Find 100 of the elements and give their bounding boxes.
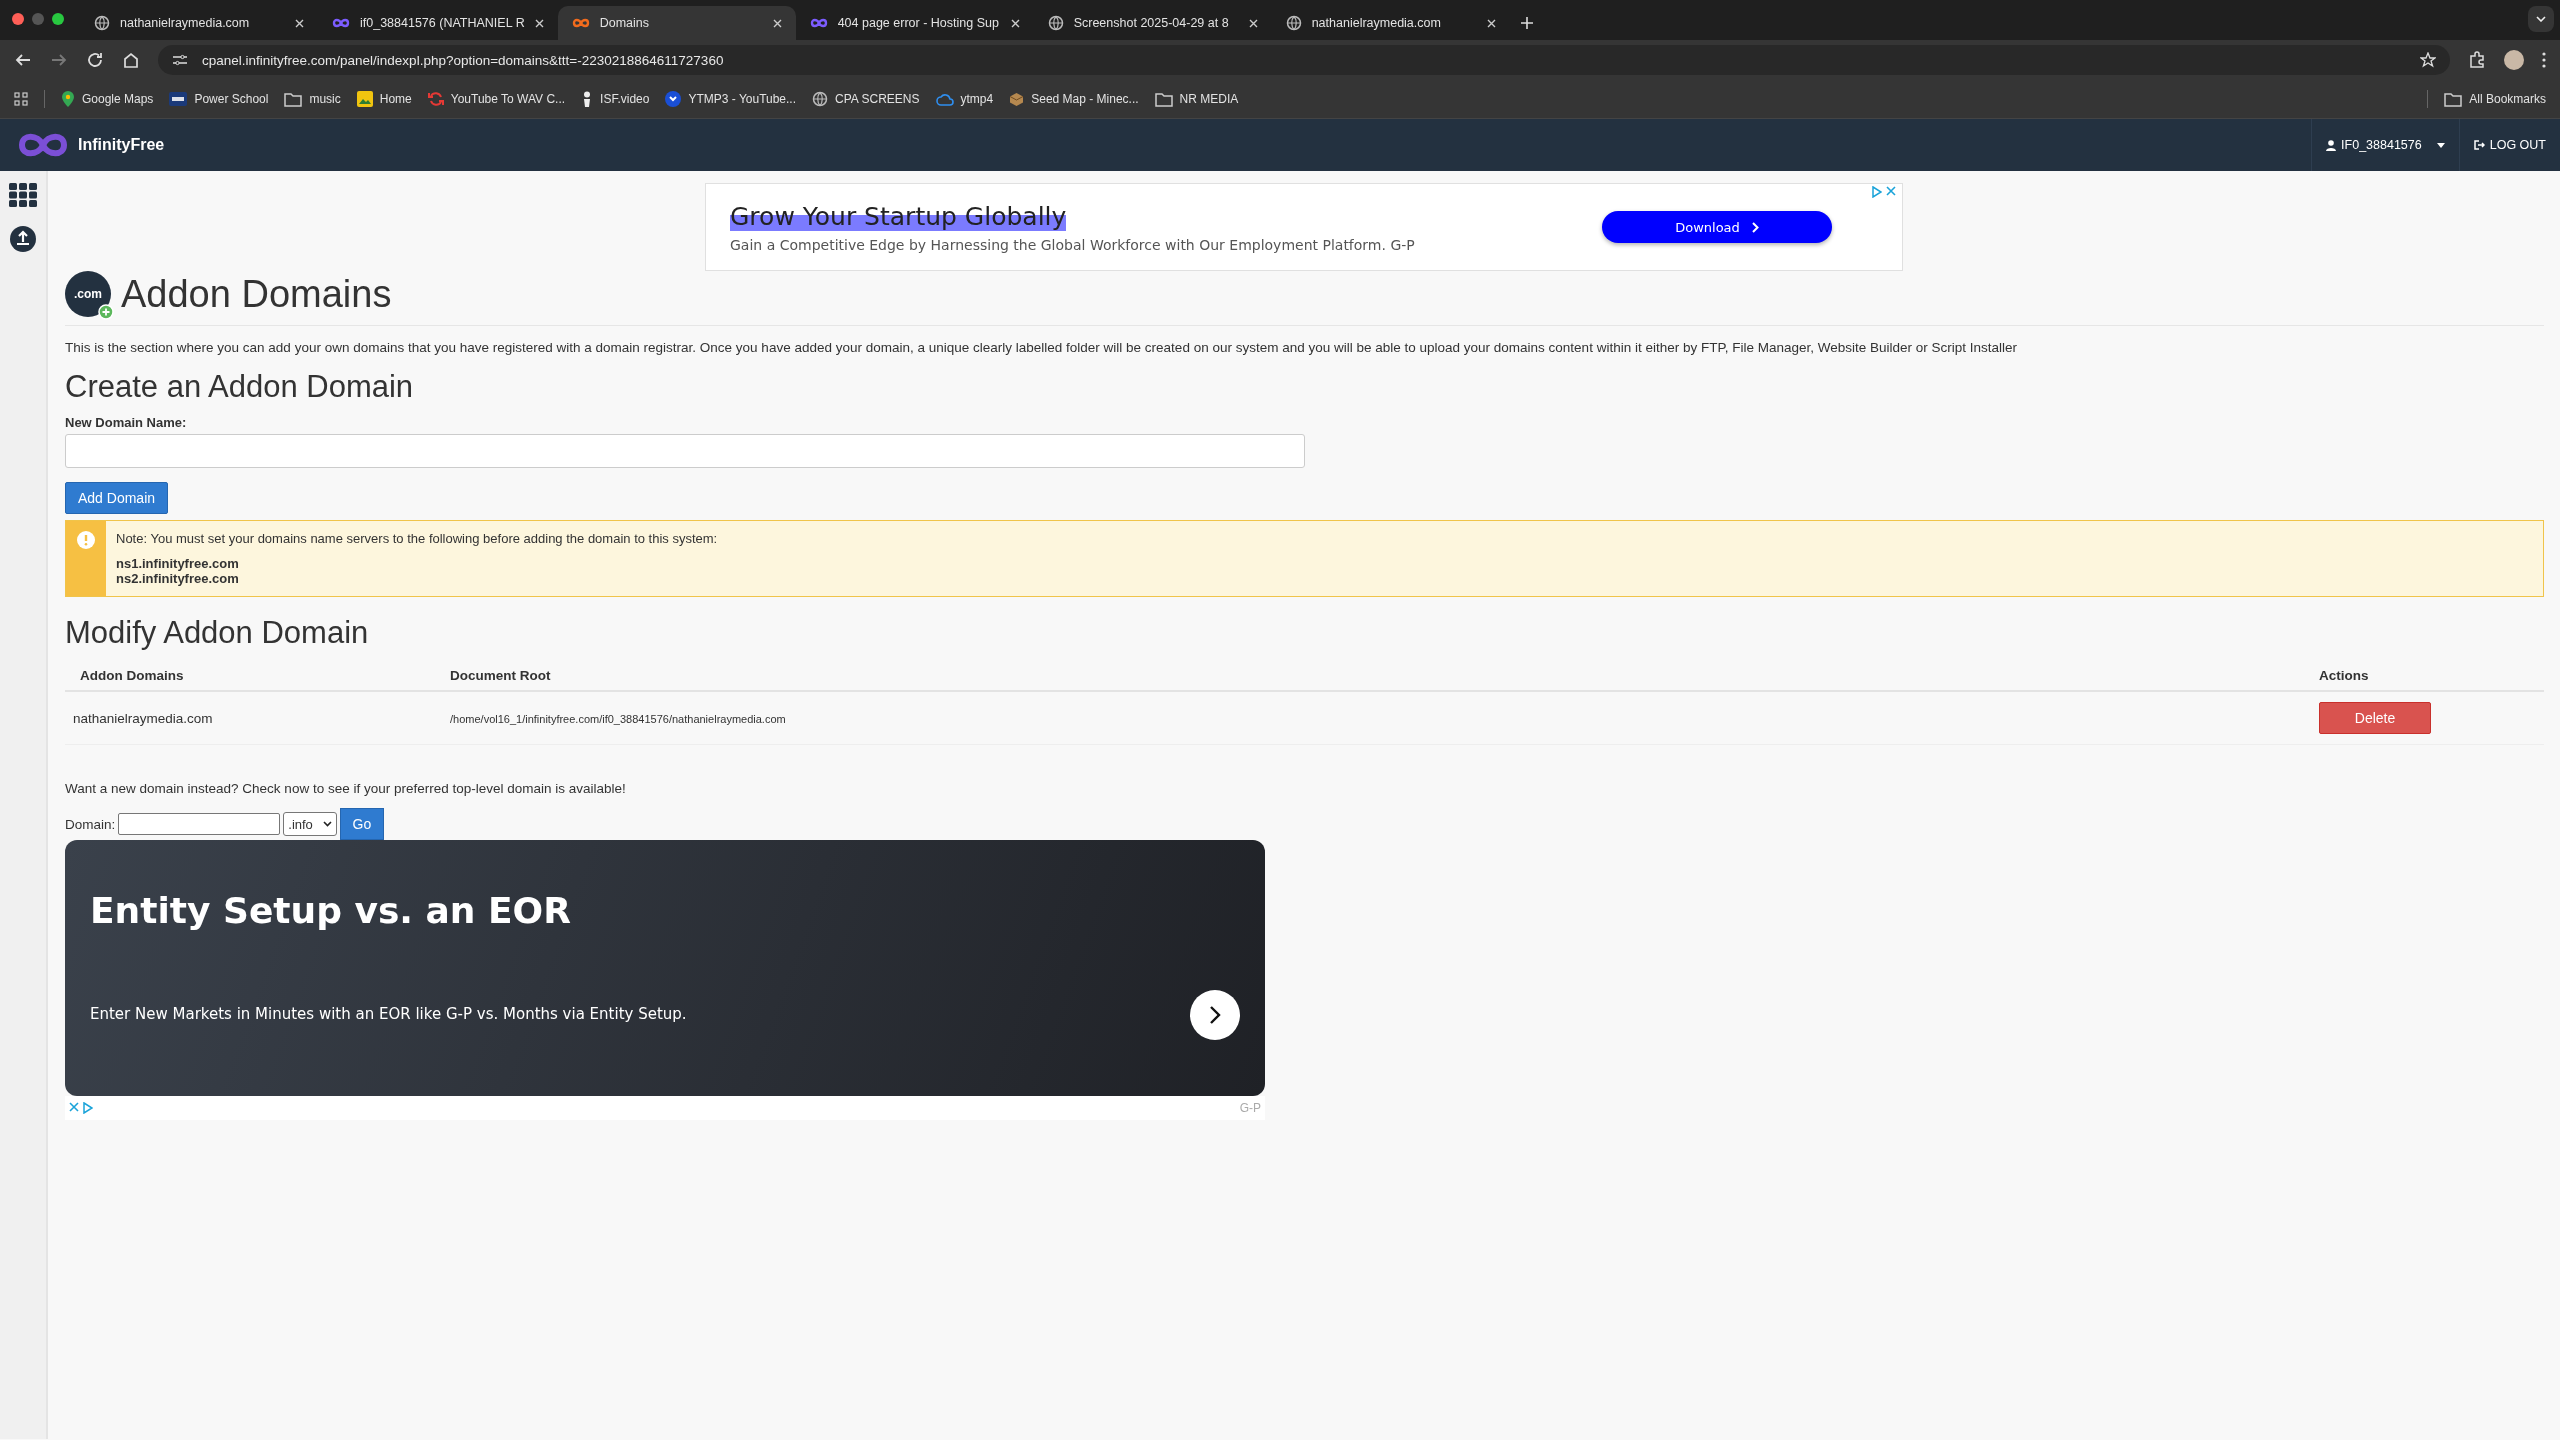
table-cell: /home/vol16_1/infinityfree.com/if0_38841576/nathanielraymedia.com	[450, 712, 786, 725]
logout-icon	[2473, 140, 2485, 150]
tab-search-button[interactable]	[2528, 6, 2554, 32]
domain-icon: .com	[65, 271, 111, 317]
close-tab-icon[interactable]	[1010, 18, 1020, 28]
table-cell: nathanielraymedia.com	[73, 710, 213, 726]
close-window-button[interactable]	[12, 13, 24, 25]
column-header: Actions	[2319, 668, 2369, 683]
infinity-icon	[332, 17, 350, 29]
section-heading: Create an Addon Domain	[65, 369, 415, 405]
bookmark-link[interactable]: ytmp4	[960, 92, 994, 106]
block-icon	[1009, 91, 1025, 107]
browser-tab[interactable]: nathanielraymedia.com	[1271, 6, 1510, 40]
school-badge-icon	[169, 92, 188, 106]
add-domain-button[interactable]: Add Domain	[65, 482, 169, 514]
close-ad-icon[interactable]	[1886, 186, 1896, 196]
browser-tab[interactable]: nathanielraymedia.com	[80, 6, 318, 40]
all-bookmarks-link[interactable]: All Bookmarks	[2469, 92, 2546, 106]
browser-tab[interactable]: Screenshot 2025-04-29 at 8	[1033, 6, 1272, 40]
site-settings-icon[interactable]	[172, 53, 188, 67]
next-arrow-button[interactable]	[1190, 990, 1240, 1040]
cloud-icon	[935, 92, 954, 106]
user-icon	[2326, 139, 2337, 151]
logout-link[interactable]: LOG OUT	[2458, 119, 2560, 171]
note-text: Note: You must set your domains name servers to the following before adding the domain to this system:	[116, 531, 718, 546]
reload-icon[interactable]	[86, 51, 104, 69]
bookmark-link[interactable]: Google Maps	[82, 92, 154, 106]
infinity-icon	[571, 17, 590, 29]
bookmark-link[interactable]: CPA SCREENS	[835, 92, 920, 106]
ad-source: G-P	[1239, 1101, 1261, 1115]
sync-icon	[427, 91, 444, 107]
apps-grid-icon[interactable]	[9, 183, 37, 207]
bookmark-link[interactable]: music	[309, 92, 341, 106]
extensions-icon[interactable]	[2468, 51, 2486, 69]
field-label: Domain:	[65, 816, 116, 832]
bookmark-star-icon[interactable]	[2420, 52, 2436, 68]
image-icon	[356, 91, 373, 107]
globe-icon	[1047, 15, 1064, 31]
ad-choices-icon[interactable]	[83, 1102, 93, 1114]
chevron-right-icon	[1751, 221, 1759, 233]
new-tab-icon[interactable]	[1519, 16, 1534, 30]
globe-icon	[1285, 15, 1302, 31]
browser-tab[interactable]: Domains	[557, 6, 796, 40]
globe-icon	[94, 15, 110, 31]
browser-tab[interactable]: if0_38841576 (NATHANIEL R	[318, 6, 558, 40]
close-tab-icon[interactable]	[1486, 18, 1496, 28]
brand-name[interactable]: InfinityFree	[78, 136, 165, 154]
apps-grid-icon[interactable]	[14, 92, 28, 106]
zoom-window-button[interactable]	[52, 13, 64, 25]
close-tab-icon[interactable]	[1248, 18, 1258, 28]
more-menu-icon[interactable]	[2542, 52, 2546, 68]
ad-choices-icon[interactable]	[1872, 186, 1882, 198]
column-header: Document Root	[450, 668, 551, 683]
section-heading: Modify Addon Domain	[65, 615, 370, 651]
ad-text: Enter New Markets in Minutes with an EOR like G-P vs. Months via Entity Setup.	[90, 1005, 687, 1023]
map-pin-icon	[61, 90, 75, 108]
infinity-icon	[809, 17, 828, 29]
folder-icon	[284, 91, 303, 107]
globe-icon	[812, 91, 829, 107]
bookmark-link[interactable]: NR MEDIA	[1179, 92, 1239, 106]
delete-button[interactable]: Delete	[2319, 702, 2431, 734]
domain-prompt: Want a new domain instead? Check now to see if your preferred top-level domain is available!	[65, 781, 627, 796]
close-tab-icon[interactable]	[295, 18, 304, 28]
ad-card[interactable]: Entity Setup vs. an EOR Enter New Markets in Minutes with an EOR like G-P vs. Months via Entity Setup.	[65, 840, 1265, 1096]
profile-avatar[interactable]	[2504, 50, 2524, 70]
user-menu[interactable]: IF0_38841576	[2311, 119, 2459, 171]
close-tab-icon[interactable]	[534, 18, 544, 28]
name-server: ns1.infinityfree.com	[116, 556, 240, 571]
download-button[interactable]: Download	[1602, 211, 1832, 243]
close-ad-icon[interactable]	[69, 1102, 79, 1112]
caret-icon[interactable]	[2436, 142, 2445, 148]
upload-icon[interactable]	[9, 225, 37, 253]
bookmark-link[interactable]: Home	[379, 92, 412, 106]
chevron-down-icon[interactable]	[2536, 16, 2546, 22]
bookmark-link[interactable]: YouTube To WAV C...	[450, 92, 566, 106]
ad-headline: Entity Setup vs. an EOR	[90, 890, 572, 931]
browser-tab[interactable]: 404 page error - Hosting Sup	[795, 6, 1034, 40]
domain-name-field[interactable]	[65, 434, 1305, 468]
bookmark-link[interactable]: YTMP3 - YouTube...	[688, 92, 797, 106]
address-bar[interactable]: cpanel.infinityfree.com/panel/indexpl.php?option=domains&ttt=-2230218864611727360	[158, 45, 2450, 75]
chevron-circle-icon	[665, 91, 682, 107]
domain-field[interactable]	[118, 813, 281, 835]
bookmark-link[interactable]: ISF.video	[600, 92, 650, 106]
caret-icon	[322, 821, 332, 827]
bookmark-link[interactable]: Power School	[194, 92, 269, 106]
name-server: ns2.infinityfree.com	[116, 571, 240, 586]
bookmark-link[interactable]: Seed Map - Minec...	[1031, 92, 1139, 106]
folder-icon	[2444, 91, 2463, 107]
description: This is the section where you can add your own domains that you have registered with a domain registrar. Once you have added your domain, a unique clearly labelled folder will be created on our system and you will be able to upload your domains content within it either by FTP, File Manager, Website Builder or Script Installer	[65, 340, 2019, 355]
go-button[interactable]: Go	[339, 808, 384, 840]
page-title: Addon Domains	[121, 272, 392, 316]
home-icon[interactable]	[122, 51, 140, 69]
folder-icon	[1154, 91, 1173, 107]
tld-dropdown[interactable]: .info	[283, 812, 337, 836]
column-header: Addon Domains	[80, 668, 184, 683]
field-label: New Domain Name:	[65, 415, 188, 430]
ad-text: Gain a Competitive Edge by Harnessing the Global Workforce with Our Employment Platform. G-P	[730, 236, 1416, 253]
chevron-right-icon	[1209, 1005, 1221, 1025]
close-tab-icon[interactable]	[772, 18, 782, 28]
warning-icon	[77, 531, 95, 549]
